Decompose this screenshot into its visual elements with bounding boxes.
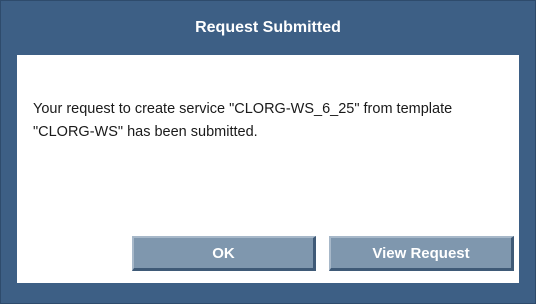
request-submitted-dialog: Request Submitted Your request to create… [0,0,536,304]
view-request-button[interactable]: View Request [329,236,514,271]
ok-button[interactable]: OK [132,236,316,271]
dialog-message: Your request to create service "CLORG-WS… [33,101,453,140]
dialog-title: Request Submitted [195,19,341,36]
dialog-title-bar: Request Submitted [1,1,535,63]
dialog-body: Your request to create service "CLORG-WS… [17,55,519,283]
